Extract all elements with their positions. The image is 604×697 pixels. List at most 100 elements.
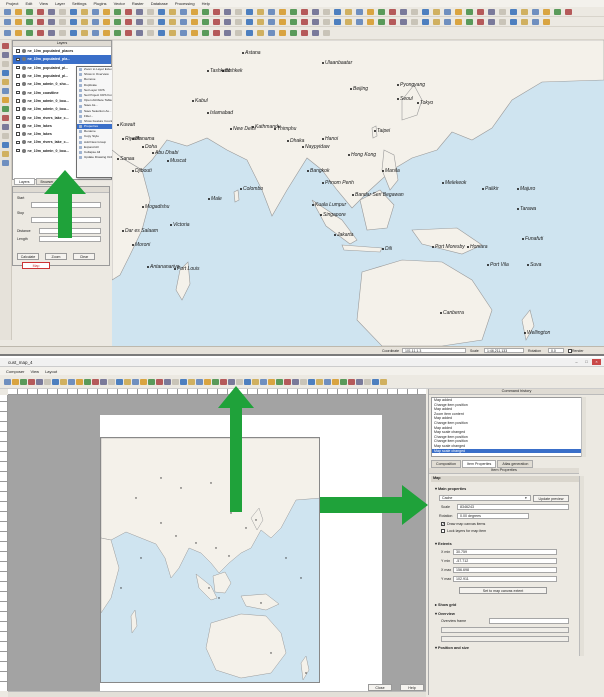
composer-map-item[interactable]	[100, 437, 320, 683]
toolbar-button-icon[interactable]	[312, 19, 319, 25]
toolbar-button-icon[interactable]	[252, 379, 259, 385]
toolbar-button-icon[interactable]	[543, 9, 550, 15]
menu-item-database[interactable]: Database	[151, 1, 168, 6]
toolbar-button-icon[interactable]	[188, 379, 195, 385]
toolbar-button-icon[interactable]	[378, 9, 385, 15]
toolbar-button-icon[interactable]	[389, 9, 396, 15]
toolbar-button-icon[interactable]	[356, 19, 363, 25]
toolbar-button-icon[interactable]	[246, 9, 253, 15]
menu-item-raster[interactable]: Raster	[132, 1, 144, 6]
rotation-field[interactable]: 0.0	[548, 348, 564, 353]
toolbar-button-icon[interactable]	[70, 19, 77, 25]
toolbar-button-icon[interactable]	[244, 379, 251, 385]
menu-item-vector[interactable]: Vector	[114, 1, 125, 6]
toolbar-button-icon[interactable]	[92, 9, 99, 15]
toolbar-button-icon[interactable]	[268, 379, 275, 385]
toolbar-button-icon[interactable]	[345, 19, 352, 25]
layer-visibility-checkbox[interactable]	[16, 140, 20, 145]
toolbar-button-icon[interactable]	[202, 30, 209, 36]
toolbar-button-icon[interactable]	[180, 379, 187, 385]
menu-item-help[interactable]: Help	[202, 1, 210, 6]
toolbar-button-icon[interactable]	[26, 9, 33, 15]
toolbar-button-icon[interactable]	[246, 30, 253, 36]
toolbar-button-icon[interactable]	[114, 9, 121, 15]
tab-composition[interactable]: Composition	[431, 460, 461, 468]
overview-frame-select[interactable]	[489, 618, 569, 624]
toolbar-button-icon[interactable]	[100, 379, 107, 385]
toolbar-button-icon[interactable]	[488, 19, 495, 25]
layer-tool-icon[interactable]	[2, 79, 9, 85]
toolbar-button-icon[interactable]	[466, 19, 473, 25]
set-to-canvas-extent-button[interactable]: Set to map canvas extent	[459, 587, 547, 594]
menu-item-composer[interactable]: Composer	[6, 369, 24, 374]
layer-tool-icon[interactable]	[2, 97, 9, 103]
toolbar-button-icon[interactable]	[312, 30, 319, 36]
ymin-input[interactable]: -57.712	[453, 558, 557, 564]
properties-scrollbar[interactable]	[579, 476, 584, 656]
toolbar-button-icon[interactable]	[235, 30, 242, 36]
toolbar-button-icon[interactable]	[213, 9, 220, 15]
toolbar-button-icon[interactable]	[132, 379, 139, 385]
layer-tool-icon[interactable]	[2, 142, 9, 148]
layer-tool-icon[interactable]	[2, 133, 9, 139]
toolbar-button-icon[interactable]	[433, 9, 440, 15]
toolbar-button-icon[interactable]	[477, 9, 484, 15]
menu-item-view[interactable]: View	[39, 1, 48, 6]
menu-item-project[interactable]: Project	[6, 1, 18, 6]
toolbar-button-icon[interactable]	[180, 9, 187, 15]
coordinate-field[interactable]: 101.11,1.3	[402, 348, 466, 353]
toolbar-button-icon[interactable]	[323, 19, 330, 25]
tab-atlas-generation[interactable]: Atlas generation	[497, 460, 534, 468]
toolbar-button-icon[interactable]	[20, 379, 27, 385]
toolbar-button-icon[interactable]	[59, 30, 66, 36]
toolbar-button-icon[interactable]	[212, 379, 219, 385]
help-button[interactable]: Help	[400, 684, 424, 691]
toolbar-button-icon[interactable]	[36, 379, 43, 385]
layer-row[interactable]: ne_10m_populated_places	[13, 47, 111, 55]
toolbar-button-icon[interactable]	[136, 30, 143, 36]
toolbar-button-icon[interactable]	[367, 9, 374, 15]
toolbar-button-icon[interactable]	[224, 19, 231, 25]
toolbar-button-icon[interactable]	[52, 379, 59, 385]
toolbar-button-icon[interactable]	[279, 9, 286, 15]
toolbar-button-icon[interactable]	[276, 379, 283, 385]
toolbar-button-icon[interactable]	[103, 19, 110, 25]
toolbar-button-icon[interactable]	[103, 9, 110, 15]
draw-canvas-items-checkbox[interactable]: ✓	[441, 522, 445, 526]
render-checkbox[interactable]	[568, 349, 572, 353]
toolbar-button-icon[interactable]	[345, 9, 352, 15]
rotation-input[interactable]: 0.00 degrees	[457, 513, 529, 519]
toolbar-button-icon[interactable]	[37, 9, 44, 15]
toolbar-button-icon[interactable]	[290, 19, 297, 25]
layer-visibility-checkbox[interactable]	[16, 82, 20, 87]
position-size-header[interactable]: ▾ Position and size	[435, 645, 575, 650]
layer-tool-icon[interactable]	[2, 124, 9, 130]
toolbar-button-icon[interactable]	[334, 19, 341, 25]
toolbar-button-icon[interactable]	[510, 9, 517, 15]
toolbar-button-icon[interactable]	[125, 19, 132, 25]
menu-item-layout[interactable]: Layout	[45, 369, 57, 374]
toolbar-button-icon[interactable]	[260, 379, 267, 385]
toolbar-button-icon[interactable]	[59, 19, 66, 25]
calculate-button[interactable]: Calculate	[17, 253, 39, 260]
layer-visibility-checkbox[interactable]	[16, 124, 20, 128]
toolbar-button-icon[interactable]	[70, 9, 77, 15]
minimize-icon[interactable]: –	[572, 359, 581, 365]
menu-item-view[interactable]: View	[30, 369, 39, 374]
toolbar-button-icon[interactable]	[84, 379, 91, 385]
toolbar-button-icon[interactable]	[400, 19, 407, 25]
toolbar-button-icon[interactable]	[28, 379, 35, 385]
toolbar-button-icon[interactable]	[312, 9, 319, 15]
toolbar-button-icon[interactable]	[268, 19, 275, 25]
toolbar-button-icon[interactable]	[235, 19, 242, 25]
maximize-icon[interactable]: □	[582, 359, 591, 365]
toolbar-button-icon[interactable]	[499, 9, 506, 15]
overview-header[interactable]: ▾ Overview	[435, 611, 575, 616]
toolbar-button-icon[interactable]	[389, 19, 396, 25]
layer-visibility-checkbox[interactable]	[16, 90, 20, 95]
toolbar-button-icon[interactable]	[147, 19, 154, 25]
toolbar-button-icon[interactable]	[48, 9, 55, 15]
toolbar-button-icon[interactable]	[114, 19, 121, 25]
preview-select[interactable]: Cache	[439, 495, 531, 501]
toolbar-button-icon[interactable]	[124, 379, 131, 385]
